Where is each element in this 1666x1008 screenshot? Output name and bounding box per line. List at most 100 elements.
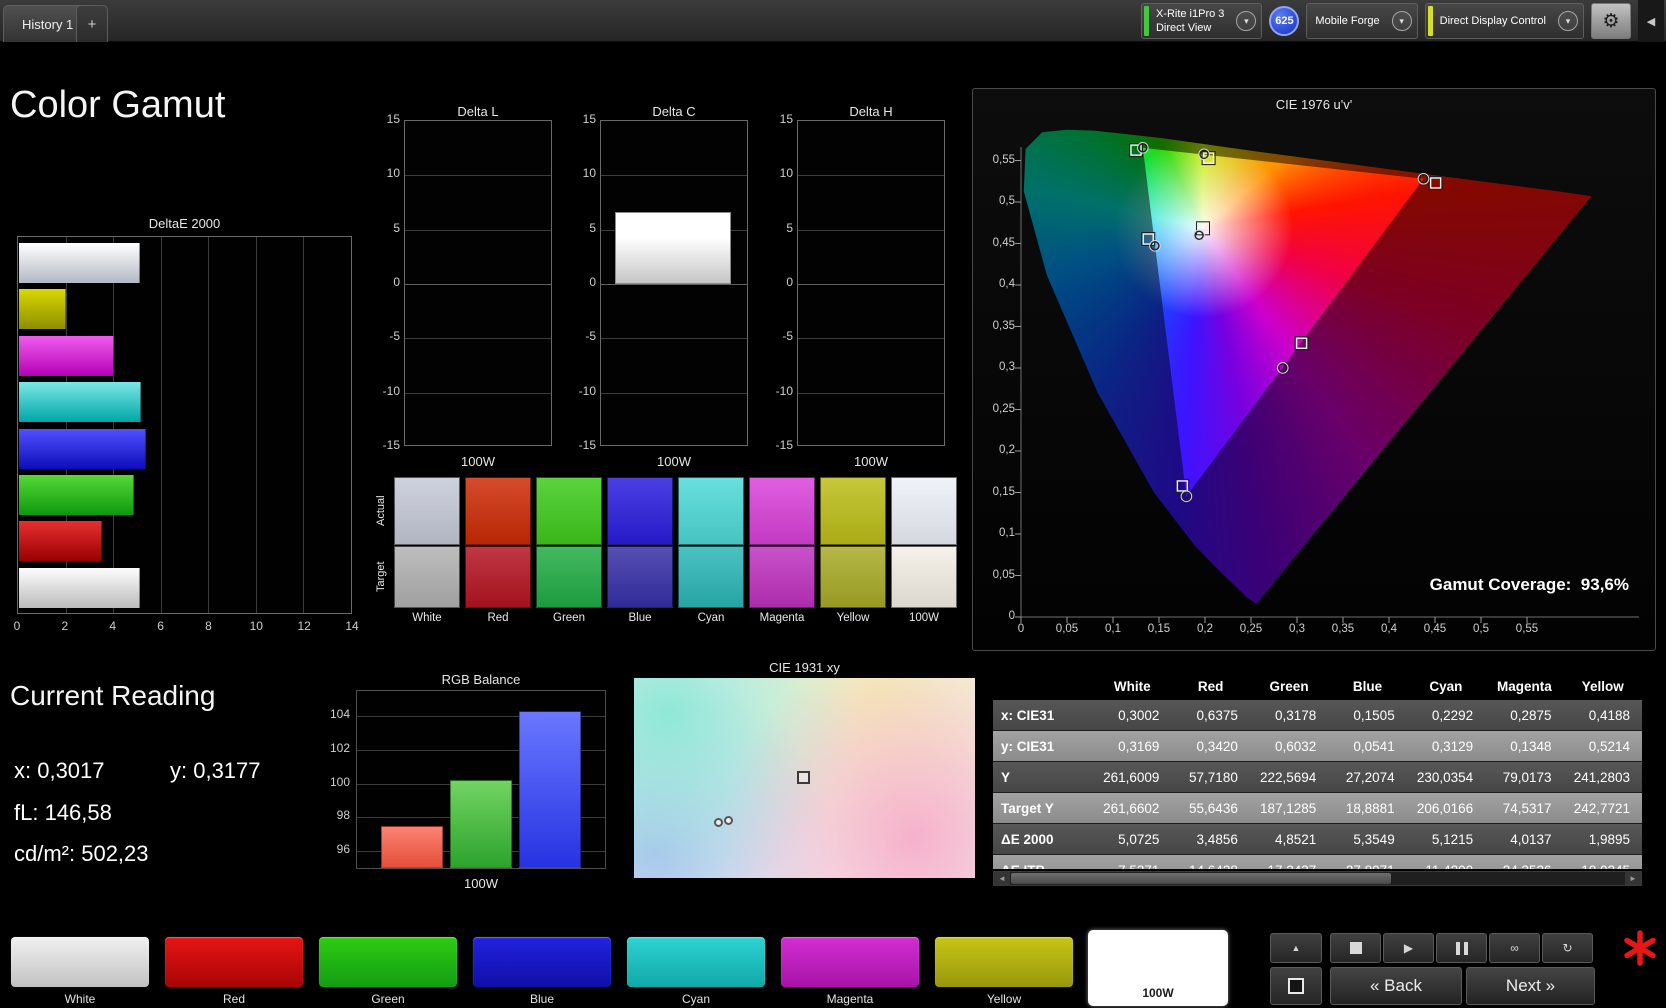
chart-footer: 100W	[854, 454, 888, 469]
table-header-corner	[993, 672, 1093, 700]
table-cell: 206,0166	[1406, 793, 1486, 824]
deltae-bar-100w	[19, 567, 140, 608]
table-cell: 0,3129	[1406, 731, 1486, 762]
table-cell: 0,3002	[1093, 700, 1172, 731]
current-reading-title: Current Reading	[10, 680, 216, 711]
table-header-blue: Blue	[1352, 678, 1383, 694]
axis-tick-label: 14	[345, 619, 359, 633]
table-scrollbar[interactable]: ◄ ►	[993, 871, 1642, 886]
patch-up-button[interactable]: ▲	[1270, 933, 1322, 963]
patch-label: 100W	[1142, 986, 1174, 1000]
scrollbar-thumb[interactable]	[1011, 873, 1391, 884]
measured-marker	[1181, 491, 1192, 502]
table-cell: 18,8881	[1328, 793, 1407, 824]
scroll-right-button[interactable]: ►	[1625, 872, 1641, 885]
gridline	[160, 237, 162, 613]
swatch-label: White	[412, 612, 442, 624]
axis-tick-label: 0,55	[992, 153, 1015, 166]
patch-button-green[interactable]: Green	[318, 936, 458, 1006]
axis-tick-label: 0,3	[999, 361, 1015, 373]
axis-tick-label: -10	[382, 383, 400, 398]
sidebar-collapse-button[interactable]: ◀	[1638, 0, 1664, 42]
rgb-balance-yaxis: 104 102 100 98 96	[316, 690, 350, 869]
axis-tick-label: 0,25	[1239, 623, 1263, 635]
axis-tick-label: 0,45	[1423, 623, 1447, 635]
patch-window-button[interactable]	[1270, 967, 1322, 1005]
back-button[interactable]: « Back	[1330, 967, 1462, 1005]
display-control-status-indicator	[1427, 6, 1433, 36]
chevron-down-icon[interactable]: ▾	[1391, 11, 1412, 31]
axis-tick-label: 0,5	[1473, 623, 1489, 635]
gamut-coverage: Gamut Coverage: 93,6%	[1430, 575, 1629, 595]
axis-tick-label: 0	[13, 619, 21, 633]
patch-button-yellow[interactable]: Yellow	[934, 936, 1074, 1006]
rgb-balance-plot	[356, 690, 606, 869]
play-button[interactable]: ▶	[1383, 933, 1434, 963]
pause-button[interactable]	[1436, 933, 1487, 963]
actual-swatch-cyan	[678, 477, 744, 545]
patch-button-100w[interactable]: 100W	[1088, 930, 1228, 1006]
table-header-green: Green	[1269, 678, 1309, 694]
meter-selector[interactable]: X-Rite i1Pro 3 Direct View ▾	[1140, 3, 1263, 39]
axis-tick-label: 10	[582, 166, 596, 181]
axis-tick-label: 10	[779, 166, 793, 181]
rgb-bar-green	[450, 780, 512, 868]
patch-button-blue[interactable]: Blue	[472, 936, 612, 1006]
patch-button-magenta[interactable]: Magenta	[780, 936, 920, 1006]
loop-button[interactable]: ↻	[1542, 933, 1593, 963]
deltae-bar-cyan	[19, 382, 141, 423]
patch-label: Yellow	[986, 992, 1022, 1006]
target-swatch-magenta	[749, 546, 815, 608]
swatch-label: Blue	[628, 612, 652, 624]
next-button[interactable]: Next »	[1466, 967, 1595, 1005]
delta-bar	[615, 212, 731, 284]
axis-tick-label: 0	[786, 275, 793, 289]
calibration-alert-icon[interactable]	[1620, 928, 1660, 968]
pause-icon	[1455, 941, 1468, 955]
swatch-label: 100W	[908, 612, 940, 624]
table-cell: 0,1348	[1485, 731, 1564, 762]
cie1931-plot	[634, 678, 975, 878]
gridline	[405, 229, 551, 231]
display-control-selector[interactable]: Direct Display Control ▾	[1424, 3, 1584, 39]
table-cell: 0,5214	[1563, 731, 1642, 762]
patch-label: Cyan	[681, 992, 710, 1006]
target-swatch-white	[394, 546, 460, 608]
current-reading-cdm2: cd/m²: 502,23	[14, 841, 149, 866]
axis-tick-label: 0	[589, 275, 596, 289]
settings-button[interactable]: ⚙	[1591, 3, 1631, 39]
patch-button-cyan[interactable]: Cyan	[626, 936, 766, 1006]
delta-plot	[404, 120, 552, 446]
axis-tick-label: -15	[382, 438, 400, 452]
source-selector[interactable]: Mobile Forge ▾	[1306, 3, 1418, 39]
add-tab-button[interactable]: +	[76, 5, 108, 42]
patch-label: White	[64, 992, 96, 1006]
axis-tick-label: -15	[775, 438, 793, 452]
actual-swatch-white	[394, 477, 460, 545]
table-cell: 261,6009	[1093, 762, 1172, 793]
current-reading-x: x: 0,3017	[14, 758, 105, 783]
history-tab-label: History 1	[22, 16, 74, 32]
axis-tick-label: 0,35	[1331, 623, 1355, 635]
target-swatch-blue	[607, 546, 673, 608]
current-reading-y: y: 0,3177	[170, 758, 261, 783]
table-cell: 27,2074	[1328, 762, 1407, 793]
chevron-down-icon[interactable]: ▾	[1236, 11, 1257, 31]
target-marker	[1176, 480, 1189, 492]
rgb-balance-footer: 100W	[464, 876, 498, 891]
gamut-coverage-value: 93,6%	[1580, 575, 1629, 594]
stop-button[interactable]	[1330, 933, 1381, 963]
axis-tick-label: 0	[1017, 623, 1025, 635]
gridline	[405, 175, 551, 177]
table-cell: 230,0354	[1406, 762, 1486, 793]
chevron-down-icon[interactable]: ▾	[1558, 11, 1578, 31]
continuous-read-button[interactable]: ∞	[1489, 933, 1540, 963]
page-title: Color Gamut	[10, 84, 226, 126]
scroll-left-button[interactable]: ◄	[994, 872, 1010, 885]
refresh-icon: ↻	[1562, 941, 1573, 955]
gridline	[798, 392, 944, 394]
patch-button-white[interactable]: White	[10, 936, 150, 1006]
stop-icon	[1349, 942, 1362, 954]
axis-tick-label: 5	[393, 220, 400, 235]
patch-button-red[interactable]: Red	[164, 936, 304, 1006]
